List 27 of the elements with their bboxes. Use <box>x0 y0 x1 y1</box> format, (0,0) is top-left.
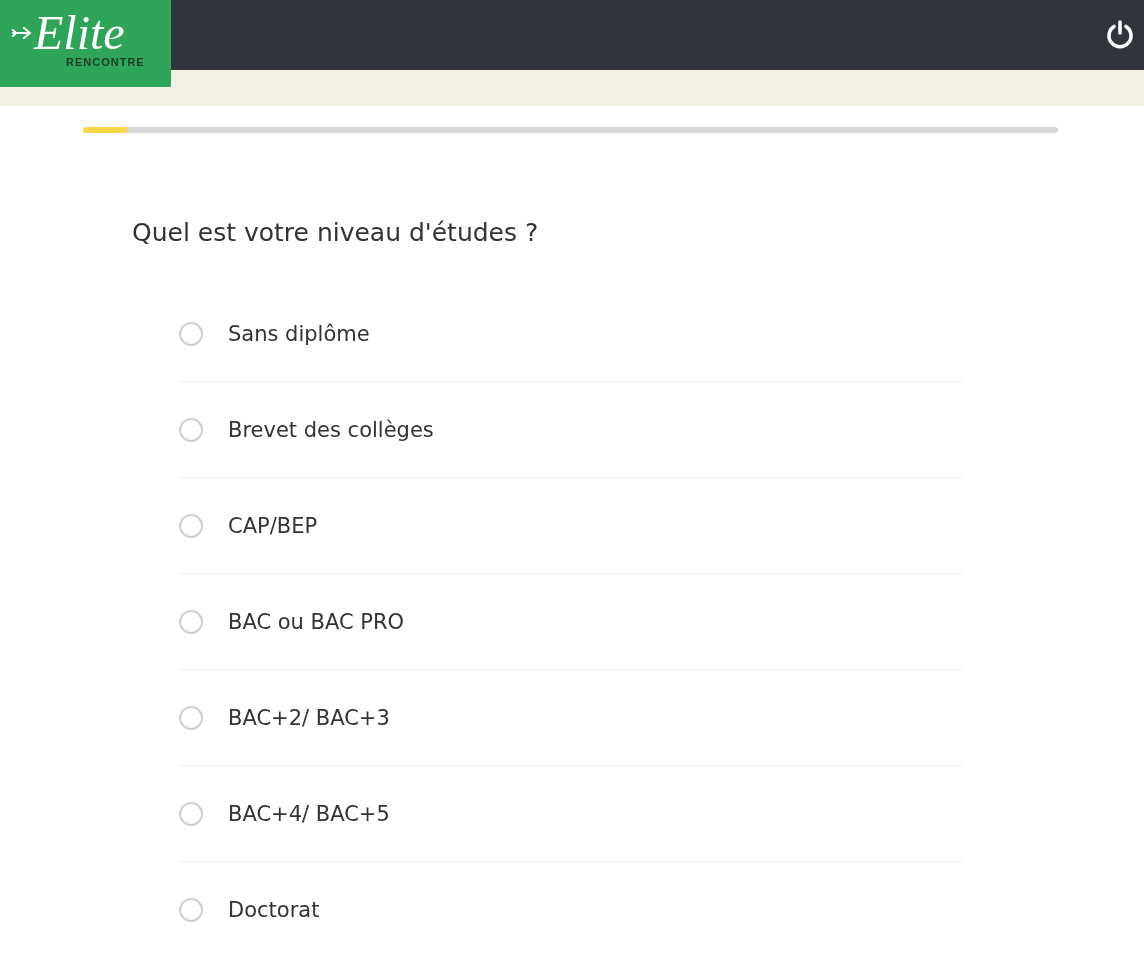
answer-option[interactable]: Sans diplôme <box>179 286 962 382</box>
option-label: BAC+4/ BAC+5 <box>228 800 390 828</box>
radio-button[interactable] <box>179 705 203 730</box>
logo-tile[interactable]: Elite RENCONTRE <box>0 0 171 87</box>
radio-button[interactable] <box>179 513 203 538</box>
radio-button[interactable] <box>179 801 203 826</box>
radio-button[interactable] <box>179 898 203 922</box>
answer-option[interactable]: CAP/BEP <box>179 478 962 574</box>
answer-option[interactable]: Brevet des collèges <box>179 382 962 478</box>
option-label: Sans diplôme <box>228 320 370 348</box>
option-label: CAP/BEP <box>228 512 318 540</box>
radio-button[interactable] <box>179 417 203 442</box>
answer-option[interactable]: Doctorat <box>179 862 962 958</box>
answer-option[interactable]: BAC+2/ BAC+3 <box>179 670 962 766</box>
option-label: BAC+2/ BAC+3 <box>228 704 390 732</box>
answer-option[interactable]: BAC+4/ BAC+5 <box>179 766 962 862</box>
option-label: Brevet des collèges <box>228 416 434 444</box>
arrow-icon <box>12 26 32 40</box>
question-title: Quel est votre niveau d'études ? <box>132 217 540 249</box>
option-label: BAC ou BAC PRO <box>228 608 405 636</box>
logo-tagline: RENCONTRE <box>66 56 145 69</box>
radio-button[interactable] <box>179 609 203 634</box>
answer-option[interactable]: BAC ou BAC PRO <box>179 574 962 670</box>
logo-wordmark: Elite <box>34 10 125 56</box>
radio-button[interactable] <box>179 321 203 346</box>
option-label: Doctorat <box>228 897 320 924</box>
power-icon[interactable] <box>1104 19 1136 51</box>
